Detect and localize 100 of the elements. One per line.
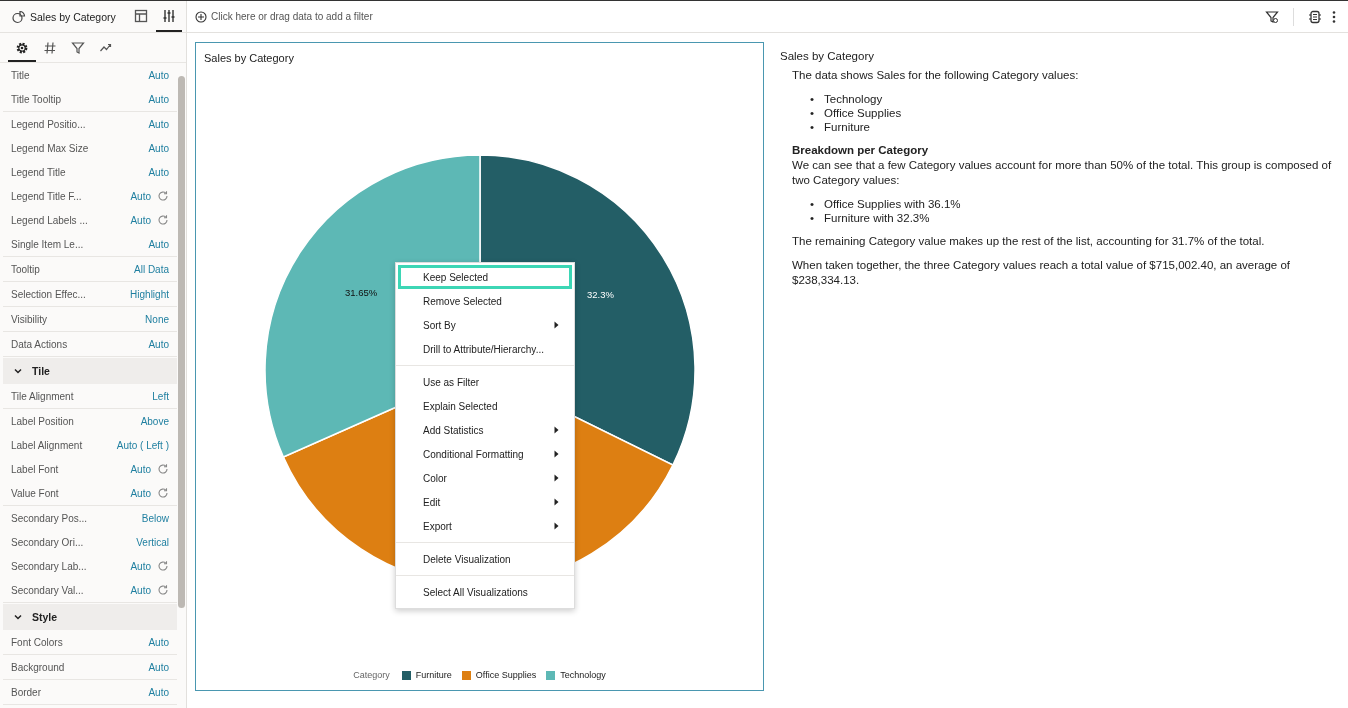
menu-item[interactable]: Add Statistics <box>398 418 572 442</box>
menu-item[interactable]: Remove Selected <box>398 289 572 313</box>
legend-title: Category <box>353 670 390 680</box>
reset-icon[interactable] <box>157 190 169 202</box>
property-value[interactable]: None <box>145 313 169 325</box>
property-label: Tile Alignment <box>11 390 74 402</box>
menu-item[interactable]: Sort By <box>398 313 572 337</box>
property-label: Title Tooltip <box>11 93 62 105</box>
menu-item[interactable]: Keep Selected <box>398 265 572 289</box>
property-value[interactable]: Left <box>152 390 169 402</box>
property-value[interactable]: All Data <box>134 263 169 275</box>
legend-swatch <box>546 670 556 680</box>
property-label: Selection Effec... <box>11 288 86 300</box>
filter-icon <box>71 41 85 55</box>
property-value[interactable]: Vertical <box>136 536 169 548</box>
property-value[interactable]: Auto <box>130 463 151 475</box>
property-label: Visibility <box>11 313 47 325</box>
legend-label[interactable]: Office Supplies <box>475 670 537 680</box>
property-label: Legend Labels ... <box>11 214 88 226</box>
property-value[interactable]: Auto <box>148 338 169 350</box>
property-label: Tooltip <box>11 263 40 275</box>
menu-item[interactable]: Delete Visualization <box>398 547 572 571</box>
property-label: Label Alignment <box>11 439 83 451</box>
section-header[interactable]: Style <box>3 604 177 630</box>
list-item: Furniture <box>824 120 871 134</box>
menu-item[interactable]: Export <box>398 514 572 538</box>
property-value[interactable]: Below <box>141 512 169 524</box>
property-value[interactable]: Auto <box>148 238 169 250</box>
property-value[interactable]: Highlight <box>130 288 169 300</box>
property-label: Secondary Val... <box>11 584 84 596</box>
property-value[interactable]: Above <box>140 415 169 427</box>
property-value[interactable]: Auto <box>148 686 169 698</box>
property-label: Legend Title F... <box>11 190 82 202</box>
property-label: Legend Title <box>11 166 66 178</box>
property-label: Single Item Le... <box>11 238 84 250</box>
narrative-title: Sales by Category <box>780 50 875 62</box>
settings-icon <box>15 41 29 55</box>
legend-label[interactable]: Technology <box>560 670 606 680</box>
section-header[interactable]: Tile <box>3 358 177 384</box>
chevron-icon <box>13 366 23 376</box>
narrative-paragraph: The data shows Sales for the following Category values: <box>792 68 1080 83</box>
more-icon[interactable] <box>1332 9 1336 24</box>
property-value[interactable]: Auto <box>148 166 169 178</box>
data-label: 31.65% <box>345 286 378 298</box>
property-value[interactable]: Auto <box>148 142 169 154</box>
filter-placeholder[interactable]: Click here or drag data to add a filter <box>211 11 373 22</box>
property-value[interactable]: Auto ( Left ) <box>116 439 169 451</box>
property-value[interactable]: Auto <box>130 190 151 202</box>
property-value[interactable]: Auto <box>130 560 151 572</box>
pie-chart-icon <box>12 9 26 24</box>
narrative-paragraph: When taken together, the three Category values reach a total value of $715,002.40, an average of $238,334.13. <box>792 258 1292 288</box>
property-label: Secondary Lab... <box>11 560 87 572</box>
filter-bar[interactable]: Click here or drag data to add a filter <box>187 1 1348 33</box>
menu-item[interactable]: Drill to Attribute/Hierarchy... <box>398 337 572 361</box>
chip-icon[interactable] <box>1308 9 1322 24</box>
chevron-icon <box>13 612 23 622</box>
property-label: Value Font <box>11 487 59 499</box>
data-label: 32.3% <box>587 289 614 300</box>
reset-icon[interactable] <box>157 487 169 499</box>
list-item: Furniture with 32.3% <box>824 211 930 225</box>
chart-title: Sales by Category <box>203 51 295 64</box>
property-label: Legend Positio... <box>11 118 86 130</box>
property-value[interactable]: Auto <box>148 69 169 81</box>
property-value[interactable]: Auto <box>130 487 151 499</box>
add-icon[interactable] <box>195 10 207 23</box>
bullet: • <box>810 211 816 225</box>
bullet: • <box>810 106 816 120</box>
list-item: Office Supplies with 36.1% <box>824 197 961 211</box>
property-label: Secondary Ori... <box>11 536 84 548</box>
property-label: Label Font <box>11 463 59 475</box>
legend-label[interactable]: Furniture <box>415 670 452 680</box>
property-label: Data Actions <box>11 338 68 350</box>
menu-item[interactable]: Explain Selected <box>398 394 572 418</box>
list-item: Technology <box>824 92 883 106</box>
bullet: • <box>810 92 816 106</box>
bullet: • <box>810 120 816 134</box>
narrative-paragraph: We can see that a few Category values account for more than 50% of the total. This group is composed of two Category values: <box>792 158 1333 188</box>
property-value[interactable]: Auto <box>148 93 169 105</box>
menu-item[interactable]: Edit <box>398 490 572 514</box>
sliders-icon <box>162 8 176 23</box>
reset-icon[interactable] <box>157 214 169 226</box>
property-value[interactable]: Auto <box>148 118 169 130</box>
menu-item[interactable]: Conditional Formatting <box>398 442 572 466</box>
property-label: Legend Max Size <box>11 142 89 154</box>
menu-item[interactable]: Color <box>398 466 572 490</box>
reset-icon[interactable] <box>157 463 169 475</box>
menu-item[interactable]: Use as Filter <box>398 370 572 394</box>
narrative-paragraph: The remaining Category value makes up the rest of the list, accounting for 31.7% of the total. <box>792 234 1266 249</box>
filter-icon[interactable] <box>1265 9 1279 24</box>
reset-icon[interactable] <box>157 560 169 572</box>
property-value[interactable]: Auto <box>148 661 169 673</box>
layout-icon <box>134 8 148 23</box>
property-value[interactable]: Auto <box>130 584 151 596</box>
narrative-heading: Breakdown per Category <box>792 143 930 158</box>
legend-swatch <box>461 670 471 680</box>
reset-icon[interactable] <box>157 584 169 596</box>
property-value[interactable]: Auto <box>130 214 151 226</box>
menu-item[interactable]: Select All Visualizations <box>398 580 572 604</box>
property-value[interactable]: Auto <box>148 636 169 648</box>
panel-title: Sales by Category <box>30 10 116 23</box>
